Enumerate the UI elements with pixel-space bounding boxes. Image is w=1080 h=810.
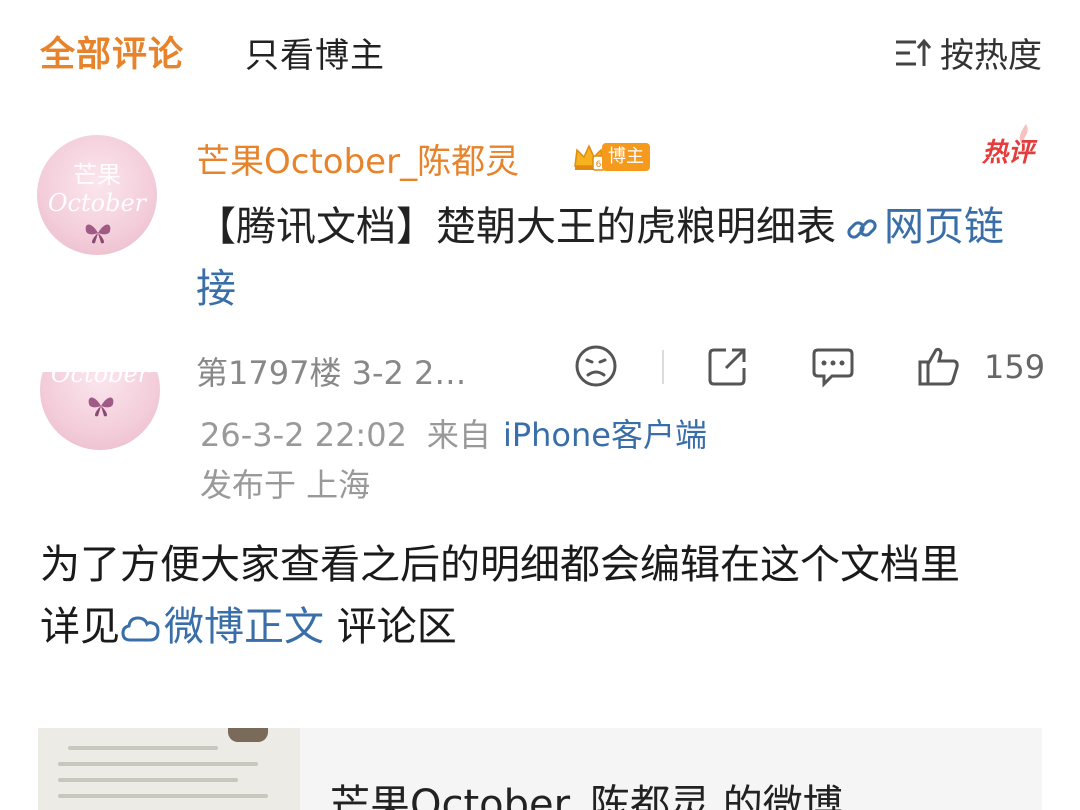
post-time: 26-3-2 22:02 xyxy=(200,416,407,454)
post-source[interactable]: iPhone客户端 xyxy=(503,416,707,454)
link-icon xyxy=(847,219,877,239)
avatar[interactable]: 芒果 October xyxy=(37,135,157,255)
blogger-badge: 6 博主 xyxy=(572,142,650,172)
comment-bubble-icon[interactable] xyxy=(810,344,856,388)
card-title: 芒果October_陈都灵 的微博 xyxy=(330,782,843,810)
action-divider xyxy=(662,350,664,384)
post-meta: 26-3-2 22:02 来自 iPhone客户端 xyxy=(200,410,707,456)
svg-text:6: 6 xyxy=(596,160,602,170)
weibo-main-link[interactable]: 微博正文 xyxy=(164,604,324,650)
comment-text: 【腾讯文档】楚朝大王的虎粮明细表 网页链接 xyxy=(196,196,1026,320)
sort-label: 按热度 xyxy=(940,36,1042,76)
sad-face-icon[interactable] xyxy=(574,344,618,388)
see-suffix: 评论区 xyxy=(324,604,457,650)
post-avatar[interactable]: October xyxy=(40,372,160,450)
post-body-line2: 详见 微博正文 评论区 xyxy=(40,596,1050,658)
comment-username[interactable]: 芒果October_陈都灵 xyxy=(196,134,519,183)
thumbs-up-icon[interactable] xyxy=(916,344,962,388)
post-body-line1: 为了方便大家查看之后的明细都会编辑在这个文档里 xyxy=(40,542,960,588)
like-count: 159 xyxy=(984,348,1046,386)
butterfly-icon xyxy=(85,224,111,244)
tab-blogger-only[interactable]: 只看博主 xyxy=(245,28,385,77)
hot-comment-tag: 热评 xyxy=(981,138,1034,168)
post-location: 发布于 上海 xyxy=(200,466,371,504)
sort-by-hot-button[interactable]: 按热度 xyxy=(894,28,1042,77)
see-prefix: 详见 xyxy=(40,604,120,650)
crown-icon: 6 xyxy=(574,144,605,171)
card-thumbnail xyxy=(38,728,300,810)
post-body: 为了方便大家查看之后的明细都会编辑在这个文档里 详见 微博正文 评论区 xyxy=(40,534,1050,658)
avatar-top-text: 芒果 xyxy=(73,161,121,189)
avatar-mid-text: October xyxy=(47,189,147,217)
badge-label: 博主 xyxy=(602,143,650,171)
weibo-cloud-icon xyxy=(121,616,160,642)
sort-icon xyxy=(896,38,932,66)
weibo-link-card[interactable]: 芒果October_陈都灵 的微博 xyxy=(38,728,1042,810)
butterfly-icon xyxy=(88,397,114,417)
floor-info: 第1797楼 3-2 2… xyxy=(196,354,467,392)
comment-main-text: 【腾讯文档】楚朝大王的虎粮明细表 xyxy=(196,204,836,250)
post-from: 来自 xyxy=(426,416,491,454)
tab-all-comments[interactable]: 全部评论 xyxy=(40,26,184,77)
post-avatar-text: October xyxy=(50,372,150,388)
share-icon[interactable] xyxy=(706,344,750,388)
